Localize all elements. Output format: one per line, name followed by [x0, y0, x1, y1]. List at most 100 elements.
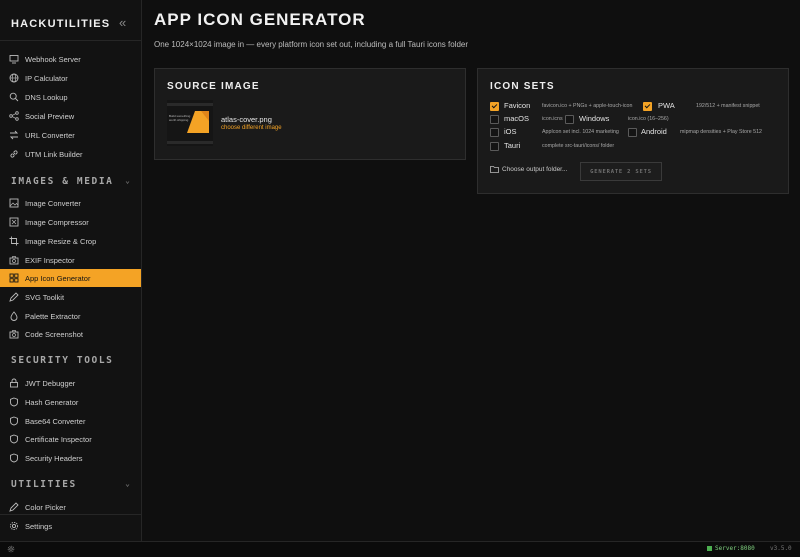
sidebar-item-label: Base64 Converter [25, 416, 86, 426]
generate-button[interactable]: GENERATE 2 SETS [580, 162, 662, 181]
sidebar-item-security-headers[interactable]: Security Headers [0, 449, 141, 467]
server-label: Server:8080 [715, 545, 755, 552]
tauri-desc: complete src-tauri/icons/ folder [542, 143, 615, 149]
source-thumbnail[interactable]: Build something worth shipping [167, 100, 213, 146]
sidebar-item-label: App Icon Generator [25, 273, 91, 283]
section-label: SECURITY TOOLS [11, 355, 114, 366]
section-security-tools[interactable]: SECURITY TOOLS [11, 355, 136, 369]
image-icon [9, 198, 19, 208]
sidebar-item-label: Image Converter [25, 198, 81, 208]
sidebar-item-label: JWT Debugger [25, 378, 76, 388]
sidebar-item-palette-extractor[interactable]: Palette Extractor [0, 307, 141, 325]
windows-desc: icon.ico (16–256) [628, 116, 669, 122]
sidebar-item-certificate-inspector[interactable]: Certificate Inspector [0, 430, 141, 448]
sidebar-item-svg-toolkit[interactable]: SVG Toolkit [0, 288, 141, 306]
share-icon [9, 111, 19, 121]
camera-icon [9, 255, 19, 265]
sidebar-item-exif-inspector[interactable]: EXIF Inspector [0, 251, 141, 269]
section-label: UTILITIES [11, 479, 77, 490]
gear-icon[interactable] [7, 545, 15, 553]
app-brand: HACKUTILITIES [11, 18, 111, 30]
grid-icon [9, 273, 19, 283]
sidebar-header: HACKUTILITIES « [0, 0, 141, 41]
shield-icon [9, 397, 19, 407]
lock-icon [9, 378, 19, 388]
sidebar-item-utm-link-builder[interactable]: UTM Link Builder [0, 145, 141, 163]
sidebar-item-url-converter[interactable]: URL Converter [0, 126, 141, 144]
sidebar-item-jwt-debugger[interactable]: JWT Debugger [0, 374, 141, 392]
favicon-label: Favicon [504, 101, 531, 110]
sidebar-item-label: URL Converter [25, 130, 75, 140]
sidebar-item-hash-generator[interactable]: Hash Generator [0, 393, 141, 411]
crop-icon [9, 236, 19, 246]
sidebar-item-settings[interactable]: Settings [0, 517, 141, 535]
android-label: Android [641, 127, 667, 136]
macos-checkbox[interactable] [490, 115, 499, 124]
macos-label: macOS [504, 114, 530, 123]
sidebar-item-label: DNS Lookup [25, 92, 68, 102]
sidebar-item-label: Color Picker [25, 502, 66, 512]
section-utilities[interactable]: UTILITIES ⌄ [11, 479, 136, 493]
ios-desc: AppIcon set incl. 1024 marketing [542, 129, 619, 135]
sidebar-item-label: Image Compressor [25, 217, 89, 227]
chevron-down-icon: ⌄ [125, 176, 130, 185]
sidebar-item-label: Security Headers [25, 453, 83, 463]
windows-label: Windows [579, 114, 610, 123]
sidebar-item-label: Image Resize & Crop [25, 236, 97, 246]
sidebar-item-app-icon-generator[interactable]: App Icon Generator [0, 269, 141, 287]
source-filename: atlas-cover.png [221, 115, 272, 124]
choose-output-folder-button[interactable]: Choose output folder... [490, 165, 567, 173]
choose-different-image-link[interactable]: choose different image [221, 125, 282, 131]
page-subtitle: One 1024×1024 image in — every platform … [154, 40, 469, 49]
ios-checkbox[interactable] [490, 128, 499, 137]
sidebar-item-image-converter[interactable]: Image Converter [0, 194, 141, 212]
link-icon [9, 149, 19, 159]
pen-icon [9, 292, 19, 302]
favicon-desc: favicon.ico + PNGs + apple-touch-icon [542, 103, 633, 109]
sidebar-item-dns-lookup[interactable]: DNS Lookup [0, 88, 141, 106]
source-image-card: SOURCE IMAGE Build something worth shipp… [154, 68, 466, 160]
compress-icon [9, 217, 19, 227]
double-chevron-left-icon[interactable]: « [119, 15, 126, 30]
droplet-icon [9, 311, 19, 321]
tauri-checkbox[interactable] [490, 142, 499, 151]
sidebar-item-label: Webhook Server [25, 54, 81, 64]
camera-icon [9, 329, 19, 339]
thumb-graphic [187, 111, 209, 133]
sidebar-item-label: Hash Generator [25, 397, 79, 407]
gear-icon [9, 521, 19, 531]
android-desc: mipmap densities + Play Store 512 [680, 129, 762, 135]
folder-icon [490, 166, 499, 173]
card-title: SOURCE IMAGE [167, 81, 260, 92]
section-images-media[interactable]: IMAGES & MEDIA ⌄ [11, 176, 136, 190]
sidebar-item-ip-calculator[interactable]: IP Calculator [0, 69, 141, 87]
pwa-desc: 192/512 + manifest snippet [696, 103, 760, 109]
version-label: v3.5.0 [770, 545, 792, 552]
tauri-label: Tauri [504, 141, 521, 150]
sidebar-item-label: Palette Extractor [25, 311, 81, 321]
sidebar-item-base64-converter[interactable]: Base64 Converter [0, 412, 141, 430]
search-icon [9, 92, 19, 102]
sidebar-item-image-resize-crop[interactable]: Image Resize & Crop [0, 232, 141, 250]
sidebar-item-image-compressor[interactable]: Image Compressor [0, 213, 141, 231]
sidebar-item-code-screenshot[interactable]: Code Screenshot [0, 325, 141, 343]
sidebar-item-label: EXIF Inspector [25, 255, 75, 265]
sidebar-item-label: Code Screenshot [25, 329, 83, 339]
status-bar: Server:8080 v3.5.0 [0, 541, 800, 557]
macos-desc: icon.icns [542, 116, 563, 122]
android-checkbox[interactable] [628, 128, 637, 137]
folder-label: Choose output folder... [502, 165, 568, 173]
windows-checkbox[interactable] [565, 115, 574, 124]
sidebar-item-webhook-server[interactable]: Webhook Server [0, 50, 141, 68]
pwa-checkbox[interactable] [643, 102, 652, 111]
monitor-icon [9, 54, 19, 64]
shield-icon [9, 434, 19, 444]
sidebar-item-social-preview[interactable]: Social Preview [0, 107, 141, 125]
favicon-checkbox[interactable] [490, 102, 499, 111]
section-label: IMAGES & MEDIA [11, 176, 114, 187]
thumb-bar [167, 141, 213, 144]
swap-icon [9, 130, 19, 140]
sidebar-item-label: SVG Toolkit [25, 292, 65, 302]
sidebar-item-label: IP Calculator [25, 73, 68, 83]
sidebar-item-label: Social Preview [25, 111, 75, 121]
